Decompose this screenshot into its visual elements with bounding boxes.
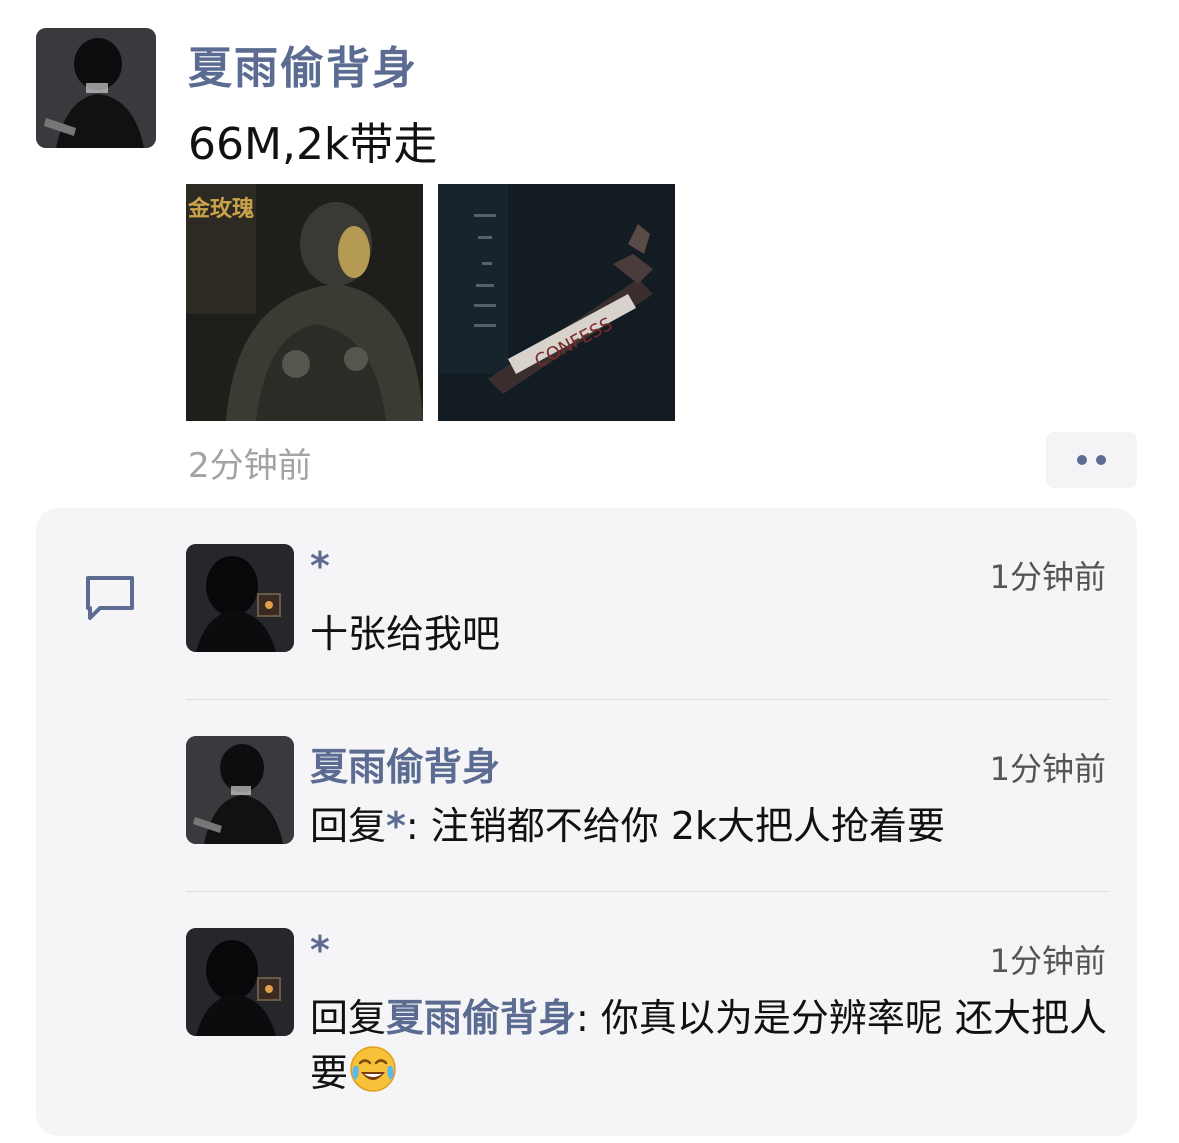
post-text: 66M,2k带走 xyxy=(188,119,438,170)
commenter-avatar[interactable] xyxy=(186,544,294,652)
more-dots-icon xyxy=(1096,455,1106,465)
commenter-name[interactable]: 夏雨偷背身 xyxy=(310,736,500,791)
reply-label: 回复 xyxy=(310,804,387,848)
more-options-button[interactable] xyxy=(1046,432,1137,488)
post-image-1[interactable]: 金玫瑰 xyxy=(186,184,423,421)
comment-timestamp: 1分钟前 xyxy=(989,750,1106,788)
commenter-avatar[interactable] xyxy=(186,928,294,1036)
reply-to-name[interactable]: * xyxy=(386,804,406,848)
post-timestamp: 2分钟前 xyxy=(188,446,312,486)
comment-item[interactable]: * 1分钟前 回复夏雨偷背身: 你真以为是分辨率呢 还大把人要 xyxy=(186,928,1108,1118)
commenter-name[interactable]: * xyxy=(310,544,330,588)
laughing-crying-emoji-icon xyxy=(350,1046,396,1092)
comment-item[interactable]: 夏雨偷背身 1分钟前 回复*: 注销都不给你 2k大把人抢着要 xyxy=(186,736,1108,896)
post-image-2[interactable]: CONFESS xyxy=(438,184,675,421)
comment-text: 回复夏雨偷背身: 你真以为是分辨率呢 还大把人要 xyxy=(310,992,1108,1099)
comment-text: 十张给我吧 xyxy=(310,612,501,656)
comment-body: : 注销都不给你 2k大把人抢着要 xyxy=(405,804,946,848)
comment-timestamp: 1分钟前 xyxy=(989,942,1106,980)
image-1-caption: 金玫瑰 xyxy=(187,196,254,222)
comment-divider xyxy=(186,699,1108,700)
comment-divider xyxy=(186,891,1108,892)
reply-to-name[interactable]: 夏雨偷背身 xyxy=(386,996,576,1040)
comments-panel: * 1分钟前 十张给我吧 夏雨偷背身 1分钟前 回复*: 注销都不给你 2k大把… xyxy=(36,508,1137,1136)
commenter-name[interactable]: * xyxy=(310,928,330,972)
comment-bubble-icon xyxy=(86,576,134,620)
more-dots-icon xyxy=(1077,455,1087,465)
reply-label: 回复 xyxy=(310,996,387,1040)
commenter-avatar[interactable] xyxy=(186,736,294,844)
comment-text: 回复*: 注销都不给你 2k大把人抢着要 xyxy=(310,800,1108,852)
comment-item[interactable]: * 1分钟前 十张给我吧 xyxy=(186,544,1108,704)
post-author-name[interactable]: 夏雨偷背身 xyxy=(188,32,418,96)
comment-timestamp: 1分钟前 xyxy=(989,558,1106,596)
post-author-avatar[interactable] xyxy=(36,28,156,148)
